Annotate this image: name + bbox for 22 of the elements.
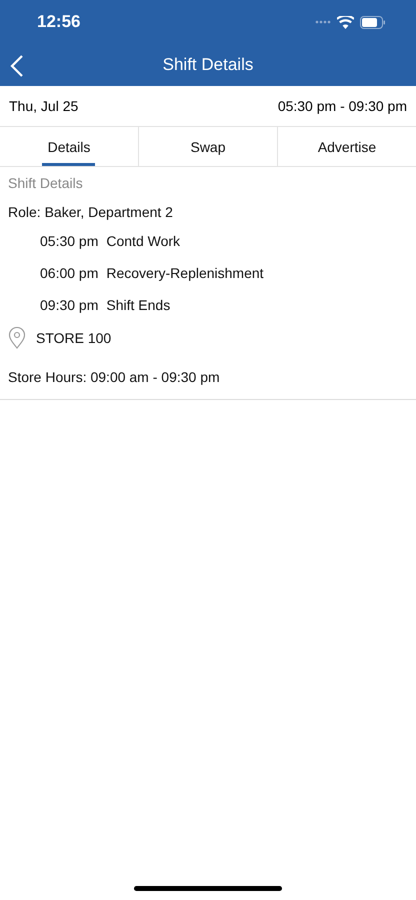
schedule-time: 05:30 pm (40, 233, 98, 249)
schedule-time: 06:00 pm (40, 265, 98, 281)
role-text: Role: Baker, Department 2 (8, 204, 174, 220)
schedule-time: 09:30 pm (40, 297, 98, 313)
schedule-activity: Recovery-Replenishment (106, 265, 265, 281)
shift-date: Thu, Jul 25 (9, 98, 78, 114)
wifi-icon (337, 16, 354, 28)
tab[interactable]: Advertise (277, 127, 416, 166)
tab[interactable]: Swap (138, 127, 277, 166)
shift-hours: 05:30 pm - 09:30 pm (278, 98, 407, 114)
back-chevron-icon (10, 54, 24, 78)
status-time: 12:56 (37, 12, 80, 32)
store-hours: Store Hours: 09:00 am - 09:30 pm (8, 369, 221, 385)
screen-title: Shift Details (162, 55, 254, 75)
battery-icon (360, 16, 386, 28)
store-name: STORE 100 (36, 330, 112, 346)
schedule-activity: Shift Ends (106, 297, 172, 313)
section-title: Shift Details (8, 175, 84, 191)
schedule-activity: Contd Work (106, 233, 182, 249)
signal-icon (315, 20, 331, 24)
tab[interactable]: Details (0, 127, 138, 166)
location-pin-icon (8, 327, 26, 349)
